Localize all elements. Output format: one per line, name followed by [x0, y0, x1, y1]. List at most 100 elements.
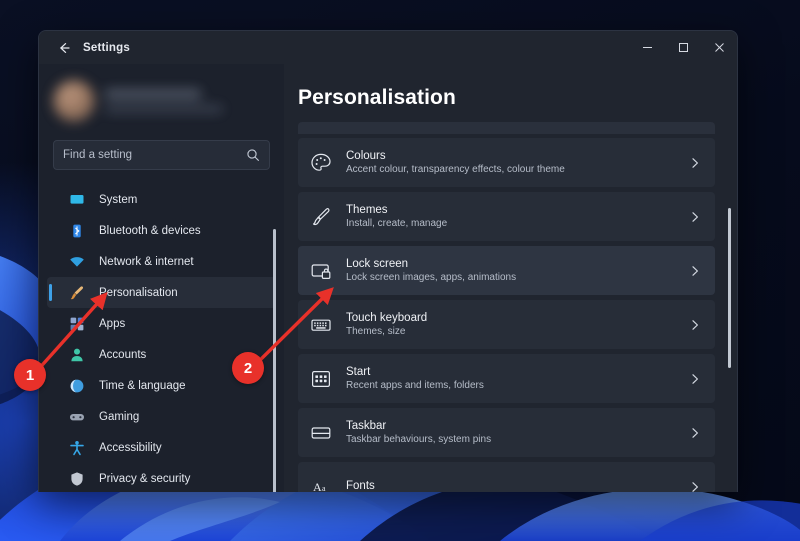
window-body: Account name account@email — [39, 64, 737, 492]
chevron-right-icon[interactable] — [689, 427, 701, 439]
sidebar-item-accessibility[interactable]: Accessibility — [47, 432, 276, 463]
sidebar-nav-list: System Bluetooth & devices Network & int… — [39, 184, 284, 492]
maximize-button[interactable] — [665, 31, 701, 64]
sidebar-item-label: System — [99, 193, 138, 206]
content-scrollbar[interactable] — [728, 208, 731, 368]
svg-text:a: a — [322, 484, 326, 493]
settings-card-fonts[interactable]: A a Fonts — [298, 462, 715, 492]
monitor-icon — [70, 194, 84, 204]
lock-screen-icon — [311, 263, 331, 279]
minimize-icon — [642, 47, 652, 48]
profile-text: Account name account@email — [105, 89, 223, 113]
page-title: Personalisation — [298, 86, 456, 109]
settings-card-taskbar[interactable]: Taskbar Taskbar behaviours, system pins — [298, 408, 715, 457]
card-text: Start Recent apps and items, folders — [346, 366, 484, 391]
chevron-right-icon[interactable] — [689, 211, 701, 223]
window-titlebar: Settings — [39, 31, 737, 64]
card-title: Taskbar — [346, 420, 387, 432]
sidebar-item-label: Gaming — [99, 410, 140, 423]
paintbrush-icon — [313, 207, 330, 225]
window-controls — [629, 31, 737, 64]
sidebar-item-label: Accessibility — [99, 441, 162, 454]
sidebar-item-label: Accounts — [99, 348, 147, 361]
settings-card-themes[interactable]: Themes Install, create, manage — [298, 192, 715, 241]
paintbrush-icon — [70, 285, 84, 299]
card-subtitle: Recent apps and items, folders — [346, 380, 484, 391]
back-button[interactable] — [49, 36, 79, 60]
sidebar-item-label: Privacy & security — [99, 472, 191, 485]
settings-card-start[interactable]: Start Recent apps and items, folders — [298, 354, 715, 403]
sidebar-item-label: Bluetooth & devices — [99, 224, 201, 237]
sidebar-item-privacy-security[interactable]: Privacy & security — [47, 463, 276, 492]
card-title: Fonts — [346, 479, 375, 492]
search-box[interactable] — [53, 140, 270, 170]
start-menu-icon — [311, 370, 330, 387]
settings-card-list: Colours Accent colour, transparency effe… — [298, 122, 737, 492]
sidebar-item-system[interactable]: System — [47, 184, 276, 215]
chevron-right-icon[interactable] — [689, 481, 701, 493]
wifi-icon — [70, 256, 84, 267]
card-subtitle: Accent colour, transparency effects, col… — [346, 164, 565, 175]
profile-email: account@email — [105, 105, 223, 113]
settings-card-lock-screen[interactable]: Lock screen Lock screen images, apps, an… — [298, 246, 715, 295]
svg-text:A: A — [313, 480, 322, 493]
card-title: Colours — [346, 150, 386, 162]
card-subtitle: Lock screen images, apps, animations — [346, 272, 517, 283]
close-icon — [714, 43, 724, 52]
settings-card-colours[interactable]: Colours Accent colour, transparency effe… — [298, 138, 715, 187]
card-text: Lock screen Lock screen images, apps, an… — [346, 258, 516, 283]
back-arrow-icon — [60, 42, 70, 53]
card-text: Fonts — [346, 480, 375, 493]
minimize-button[interactable] — [629, 31, 665, 64]
card-title: Themes — [346, 204, 388, 216]
sidebar-scrollbar[interactable] — [273, 229, 276, 492]
avatar — [53, 80, 95, 122]
sidebar-item-network-internet[interactable]: Network & internet — [47, 246, 276, 277]
app-title: Settings — [83, 41, 130, 54]
sidebar-item-label: Time & language — [99, 379, 186, 392]
profile-name: Account name — [105, 89, 201, 99]
taskbar-icon — [311, 426, 331, 439]
card-text: Colours Accent colour, transparency effe… — [346, 150, 565, 175]
sidebar-item-gaming[interactable]: Gaming — [47, 401, 276, 432]
clock-globe-icon — [70, 379, 84, 392]
search-input[interactable] — [63, 149, 246, 161]
close-button[interactable] — [701, 31, 737, 64]
settings-window: Settings Find a setting System Bluetooth… — [38, 30, 738, 492]
content-pane: Personalisation Colours Accent colour, t… — [284, 64, 737, 492]
card-text: Taskbar Taskbar behaviours, system pins — [346, 420, 491, 445]
accessibility-person-icon — [70, 440, 84, 455]
sidebar-item-bluetooth-devices[interactable]: Bluetooth & devices — [47, 215, 276, 246]
maximize-icon — [678, 43, 688, 52]
person-icon — [71, 348, 83, 361]
user-profile[interactable]: Account name account@email — [53, 70, 270, 132]
apps-grid-icon — [70, 317, 84, 330]
chevron-right-icon[interactable] — [689, 319, 701, 331]
chevron-right-icon[interactable] — [689, 157, 701, 169]
sidebar-item-label: Personalisation — [99, 286, 178, 299]
card-subtitle: Taskbar behaviours, system pins — [346, 434, 492, 445]
card-partial-above[interactable] — [298, 122, 715, 134]
sidebar-item-label: Apps — [99, 317, 126, 330]
card-text: Themes Install, create, manage — [346, 204, 447, 229]
card-subtitle: Themes, size — [346, 326, 406, 337]
bluetooth-icon — [73, 224, 81, 237]
sidebar: Account name account@email — [39, 64, 284, 492]
card-subtitle: Install, create, manage — [346, 218, 448, 229]
keyboard-icon — [311, 319, 331, 331]
sidebar-item-label: Network & internet — [99, 255, 194, 268]
chevron-right-icon[interactable] — [689, 373, 701, 385]
card-text: Touch keyboard Themes, size — [346, 312, 427, 337]
shield-lock-icon — [71, 471, 83, 486]
sidebar-item-personalisation[interactable]: Personalisation — [47, 277, 276, 308]
settings-card-touch-keyboard[interactable]: Touch keyboard Themes, size — [298, 300, 715, 349]
chevron-right-icon[interactable] — [689, 265, 701, 277]
sidebar-item-apps[interactable]: Apps — [47, 308, 276, 339]
gamepad-icon — [70, 413, 84, 420]
annotation-badge-1: 1 — [14, 359, 46, 391]
card-title: Touch keyboard — [346, 312, 428, 324]
card-title: Lock screen — [346, 258, 409, 270]
search-icon — [247, 149, 259, 161]
annotation-badge-2: 2 — [232, 352, 264, 384]
desktop-wallpaper: Settings Find a setting System Bluetooth… — [0, 0, 800, 541]
